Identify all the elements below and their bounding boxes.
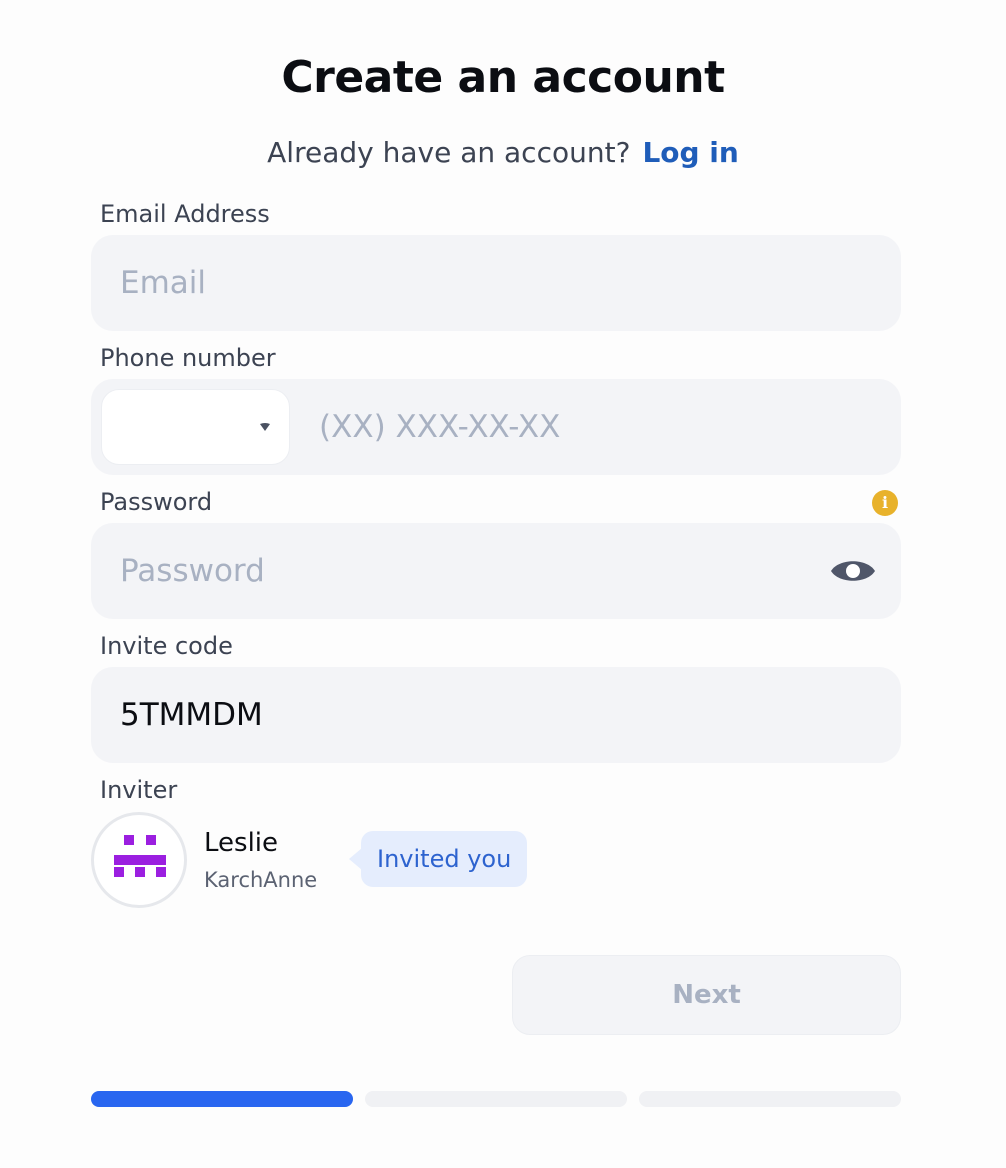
password-label: Password	[100, 488, 213, 516]
email-field-container	[91, 235, 901, 331]
page-title: Create an account	[281, 52, 725, 103]
login-prompt: Already have an account? Log in	[0, 136, 1006, 169]
inviter-username: KarchAnne	[204, 868, 318, 892]
email-label: Email Address	[100, 200, 270, 228]
phone-field-container	[91, 379, 901, 475]
progress-step-1	[91, 1091, 353, 1107]
email-input[interactable]	[120, 235, 800, 331]
phone-label: Phone number	[100, 344, 276, 372]
progress-step-3	[639, 1091, 901, 1107]
progress-fill-1	[91, 1091, 353, 1107]
inviter-card: Leslie KarchAnne Invited you	[91, 812, 591, 908]
signup-page: Create an account Already have an accoun…	[0, 0, 1006, 1168]
password-field-container	[91, 523, 901, 619]
invite-code-field-container	[91, 667, 901, 763]
progress-step-2	[365, 1091, 627, 1107]
eye-icon[interactable]	[829, 555, 877, 587]
phone-input[interactable]	[319, 379, 879, 475]
invited-badge: Invited you	[348, 831, 528, 887]
password-input[interactable]	[120, 523, 800, 619]
country-code-select[interactable]	[101, 389, 290, 465]
invite-code-label: Invite code	[100, 632, 233, 660]
inviter-name: Leslie	[204, 828, 279, 858]
avatar	[91, 812, 187, 908]
login-link[interactable]: Log in	[642, 136, 738, 169]
invite-code-input[interactable]	[120, 667, 800, 763]
login-prompt-text: Already have an account?	[267, 136, 631, 169]
info-icon[interactable]: i	[872, 490, 898, 516]
pixel-avatar-icon	[114, 835, 166, 877]
chevron-down-icon	[260, 423, 270, 431]
inviter-label: Inviter	[100, 776, 178, 804]
next-button[interactable]: Next	[512, 955, 901, 1035]
